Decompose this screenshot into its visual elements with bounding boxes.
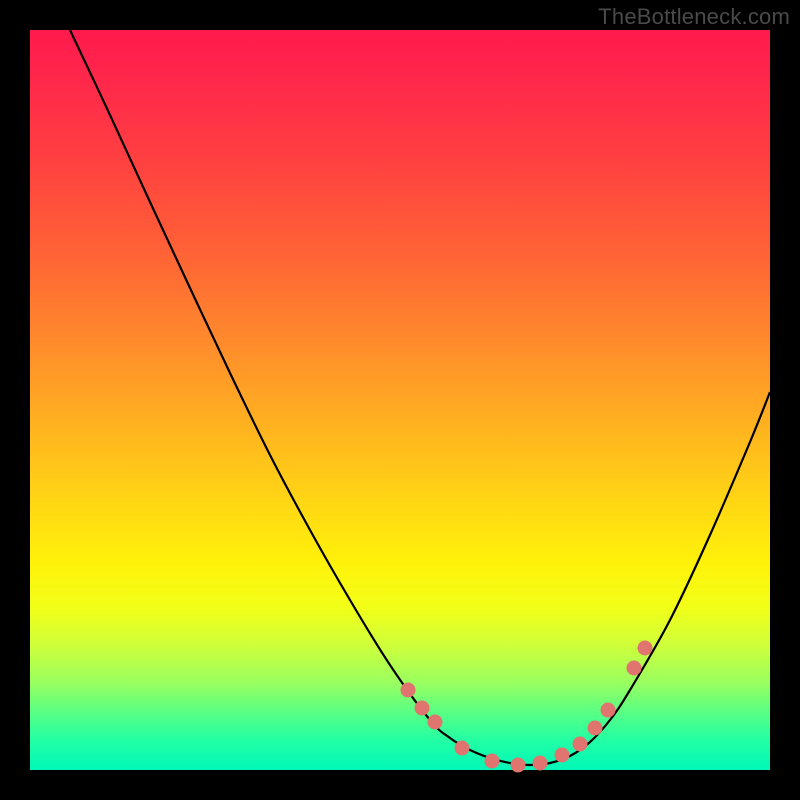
bottleneck-curve: [70, 30, 770, 765]
chart-frame: TheBottleneck.com: [0, 0, 800, 800]
highlight-marker: [573, 737, 588, 752]
highlight-marker: [511, 758, 526, 773]
highlight-marker: [627, 661, 642, 676]
chart-svg: [30, 30, 770, 770]
watermark-label: TheBottleneck.com: [598, 4, 790, 30]
highlight-marker: [455, 741, 470, 756]
highlight-marker: [485, 754, 500, 769]
highlight-marker: [415, 701, 430, 716]
highlight-marker: [555, 748, 570, 763]
highlight-marker: [401, 683, 416, 698]
highlight-marker: [588, 721, 603, 736]
highlight-marker: [601, 703, 616, 718]
marker-group: [401, 641, 653, 773]
plot-area: [30, 30, 770, 770]
highlight-marker: [638, 641, 653, 656]
highlight-marker: [428, 715, 443, 730]
highlight-marker: [533, 756, 548, 771]
